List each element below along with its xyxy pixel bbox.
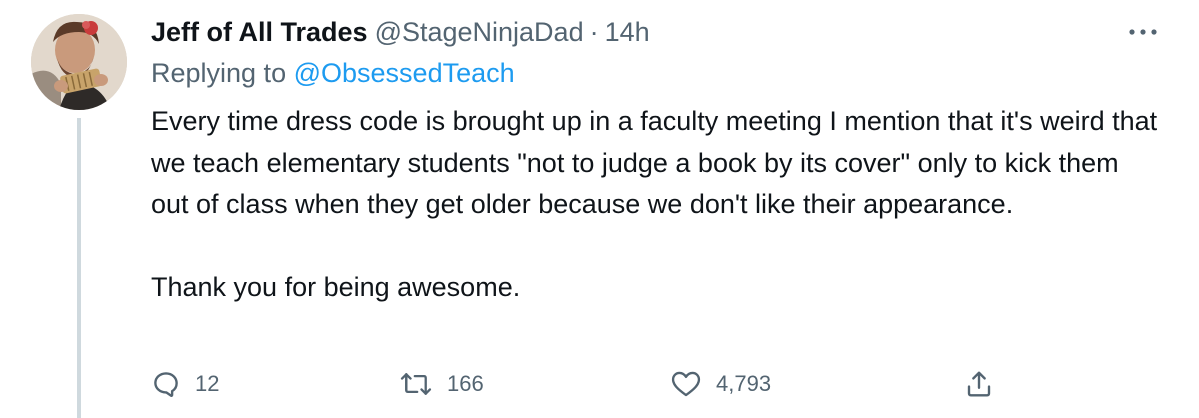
retweet-count: 166 bbox=[447, 371, 484, 396]
reply-count: 12 bbox=[195, 371, 220, 396]
replying-to-mention[interactable]: @ObsessedTeach bbox=[294, 58, 515, 88]
tweet-actions: 12 166 4,793 bbox=[151, 364, 1011, 404]
share-button[interactable] bbox=[964, 364, 994, 404]
tweet-text: Every time dress code is brought up in a… bbox=[151, 106, 1158, 302]
more-options-button[interactable] bbox=[1126, 22, 1160, 42]
retweet-button[interactable]: 166 bbox=[399, 364, 484, 404]
timestamp[interactable]: 14h bbox=[605, 17, 650, 48]
reply-icon bbox=[154, 372, 178, 397]
tweet: Jeff of All Trades @StageNinjaDad · 14h … bbox=[0, 0, 1199, 418]
more-horizontal-icon bbox=[1129, 29, 1157, 35]
reply-button[interactable]: 12 bbox=[151, 364, 219, 404]
like-count: 4,793 bbox=[716, 371, 772, 396]
share-icon bbox=[967, 371, 991, 397]
retweet-icon bbox=[400, 373, 432, 395]
replying-prefix: Replying to bbox=[151, 58, 287, 88]
separator-dot: · bbox=[589, 16, 599, 47]
user-handle[interactable]: @StageNinjaDad bbox=[375, 17, 584, 48]
heart-icon bbox=[671, 371, 701, 397]
display-name[interactable]: Jeff of All Trades bbox=[151, 17, 368, 48]
like-button[interactable]: 4,793 bbox=[670, 364, 771, 404]
replying-to: Replying to @ObsessedTeach bbox=[151, 58, 515, 89]
tweet-header: Jeff of All Trades @StageNinjaDad · 14h bbox=[151, 14, 650, 50]
avatar[interactable] bbox=[31, 14, 127, 110]
thread-connector-line bbox=[77, 118, 81, 418]
